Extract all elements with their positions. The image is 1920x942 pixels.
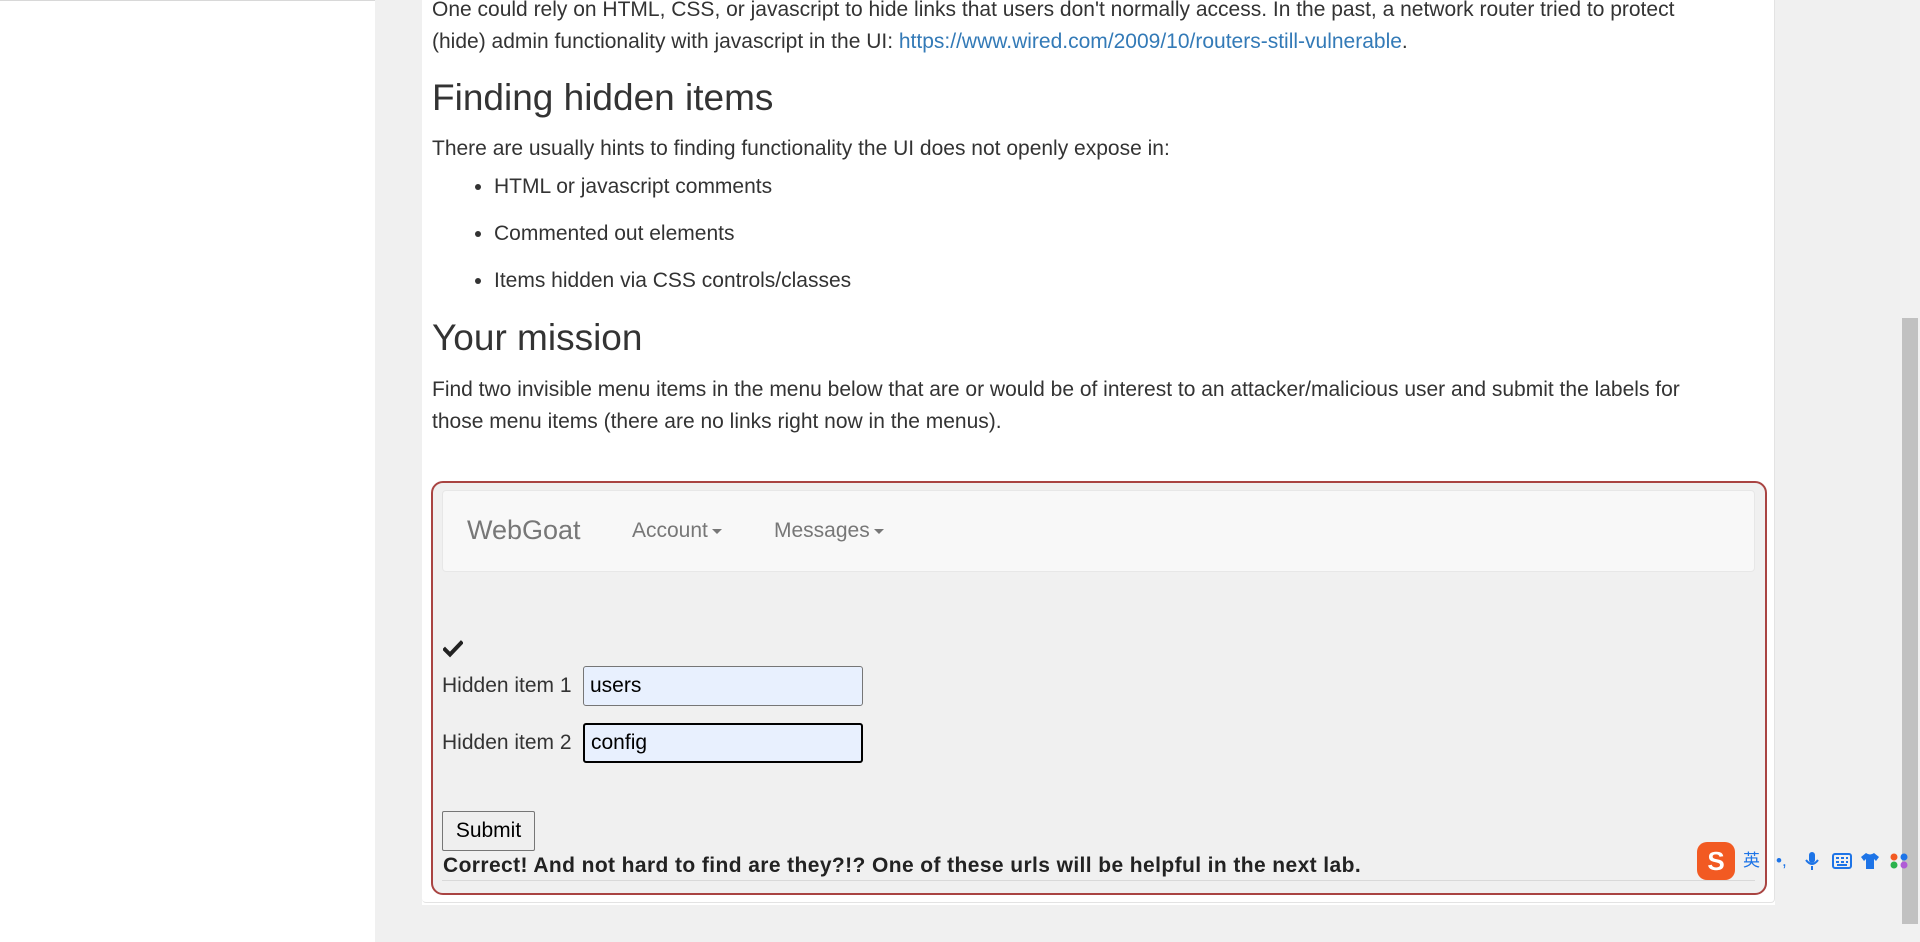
feedback-message: Correct! And not hard to find are they?!… [443,854,1362,877]
account-menu[interactable]: Account [632,518,722,544]
intro-trailing: . [1401,30,1408,53]
bottom-gutter [375,905,1900,942]
messages-menu-label: Messages [774,519,870,542]
account-menu-label: Account [632,519,708,542]
sogou-logo-icon[interactable]: S [1697,842,1735,880]
feedback-divider [442,880,1755,881]
mission-text: Find two invisible menu items in the men… [432,378,1680,433]
finding-hint-text: There are usually hints to finding funct… [432,137,1170,160]
shirt-icon[interactable] [1860,852,1880,870]
lesson-content: One could rely on HTML, CSS, or javascri… [432,0,1732,438]
intro-paragraph: One could rely on HTML, CSS, or javascri… [432,0,1732,58]
navbar-brand[interactable]: WebGoat [467,513,581,547]
hidden-item-2-label: Hidden item 2 [442,731,572,754]
mission-heading: Your mission [432,317,643,358]
hint-list-item: Commented out elements [494,219,1732,249]
left-gutter [375,0,422,942]
caret-down-icon [873,528,884,534]
hint-list-item: Items hidden via CSS controls/classes [494,266,1732,296]
hidden-item-1-input[interactable] [583,666,863,706]
checkmark-icon [443,640,463,658]
hidden-item-1-label: Hidden item 1 [442,674,572,697]
keyboard-icon[interactable] [1832,853,1852,869]
ime-toolbar: S 英 •, [1697,839,1920,884]
messages-menu[interactable]: Messages [774,518,884,544]
wired-article-link[interactable]: https://www.wired.com/2009/10/routers-st… [899,30,1402,53]
scrollbar-thumb[interactable] [1902,318,1918,924]
hidden-item-2-input[interactable] [583,723,863,763]
ime-punctuation-toggle[interactable]: •, [1776,849,1787,873]
right-gutter [1775,0,1900,942]
hint-list-item: HTML or javascript comments [494,172,1732,202]
caret-down-icon [711,528,722,534]
finding-hidden-items-heading: Finding hidden items [432,77,774,118]
hint-list: HTML or javascript comments Commented ou… [432,172,1732,296]
microphone-icon[interactable] [1805,851,1819,871]
submit-button[interactable]: Submit [442,811,535,851]
ime-language-toggle[interactable]: 英 [1743,849,1760,873]
apps-icon[interactable] [1889,852,1909,870]
